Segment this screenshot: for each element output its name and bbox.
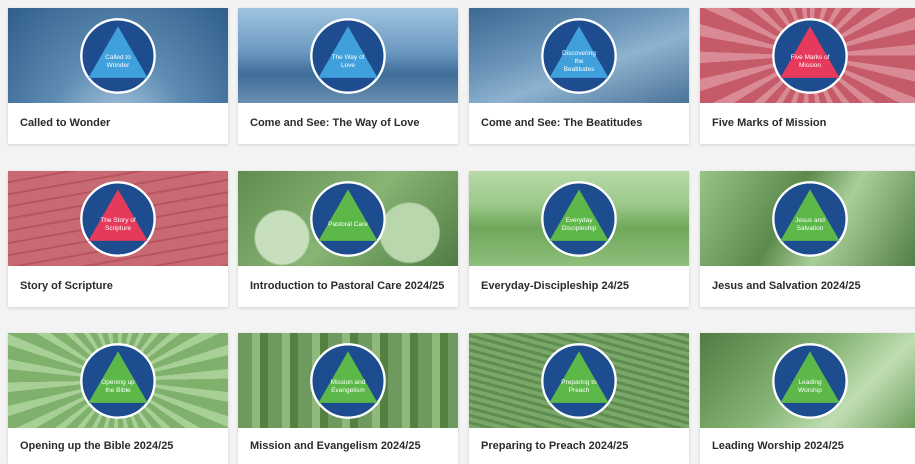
course-image: Pastoral Care [238, 171, 458, 266]
emblem-text: Five Marks of Mission [790, 54, 830, 70]
course-image: Jesus and Salvation [700, 171, 915, 266]
course-card[interactable]: Everyday Discipleship Everyday-Disciples… [469, 171, 689, 307]
emblem-text: Everyday Discipleship [561, 217, 597, 233]
course-title[interactable]: Come and See: The Way of Love [238, 103, 458, 144]
course-title[interactable]: Jesus and Salvation 2024/25 [700, 266, 915, 307]
course-title[interactable]: Called to Wonder [8, 103, 228, 144]
emblem-text: The Way of Love [331, 54, 365, 70]
course-card[interactable]: Leading Worship Leading Worship 2024/25 [700, 333, 915, 464]
course-card[interactable]: Jesus and Salvation Jesus and Salvation … [700, 171, 915, 307]
emblem-text: Discovering the Beatitudes [562, 50, 596, 74]
course-image: Called to Wonder [8, 8, 228, 103]
course-image: Five Marks of Mission [700, 8, 915, 103]
course-title[interactable]: Come and See: The Beatitudes [469, 103, 689, 144]
course-emblem-icon [310, 180, 386, 257]
course-card[interactable]: Discovering the Beatitudes Come and See:… [469, 8, 689, 144]
course-card[interactable]: Pastoral Care Introduction to Pastoral C… [238, 171, 458, 307]
course-card[interactable]: Preparing to Preach Preparing to Preach … [469, 333, 689, 464]
course-title[interactable]: Five Marks of Mission [700, 103, 915, 144]
course-image: Preparing to Preach [469, 333, 689, 428]
course-title[interactable]: Story of Scripture [8, 266, 228, 307]
course-card[interactable]: The Story of Scripture Story of Scriptur… [8, 171, 228, 307]
course-card[interactable]: Mission and Evangelism Mission and Evang… [238, 333, 458, 464]
emblem-text: Pastoral Care [328, 221, 368, 229]
course-image: Everyday Discipleship [469, 171, 689, 266]
course-title[interactable]: Preparing to Preach 2024/25 [469, 428, 689, 464]
course-card[interactable]: The Way of Love Come and See: The Way of… [238, 8, 458, 144]
course-image: Mission and Evangelism [238, 333, 458, 428]
emblem-text: Leading Worship [798, 379, 822, 395]
emblem-text: Called to Wonder [105, 54, 131, 70]
emblem-text: Jesus and Salvation [795, 217, 825, 233]
course-image: The Way of Love [238, 8, 458, 103]
course-image: Opening up the Bible [8, 333, 228, 428]
emblem-text: The Story of Scripture [100, 217, 136, 233]
emblem-text: Mission and Evangelism [330, 379, 366, 395]
course-title[interactable]: Opening up the Bible 2024/25 [8, 428, 228, 464]
course-image: The Story of Scripture [8, 171, 228, 266]
course-title[interactable]: Introduction to Pastoral Care 2024/25 [238, 266, 458, 307]
emblem-text: Opening up the Bible [101, 379, 135, 395]
course-card[interactable]: Called to Wonder Called to Wonder [8, 8, 228, 144]
emblem-text: Preparing to Preach [561, 379, 597, 395]
course-title[interactable]: Leading Worship 2024/25 [700, 428, 915, 464]
course-title[interactable]: Mission and Evangelism 2024/25 [238, 428, 458, 464]
course-image: Discovering the Beatitudes [469, 8, 689, 103]
course-card[interactable]: Five Marks of Mission Five Marks of Miss… [700, 8, 915, 144]
course-title[interactable]: Everyday-Discipleship 24/25 [469, 266, 689, 307]
course-image: Leading Worship [700, 333, 915, 428]
course-card[interactable]: Opening up the Bible Opening up the Bibl… [8, 333, 228, 464]
